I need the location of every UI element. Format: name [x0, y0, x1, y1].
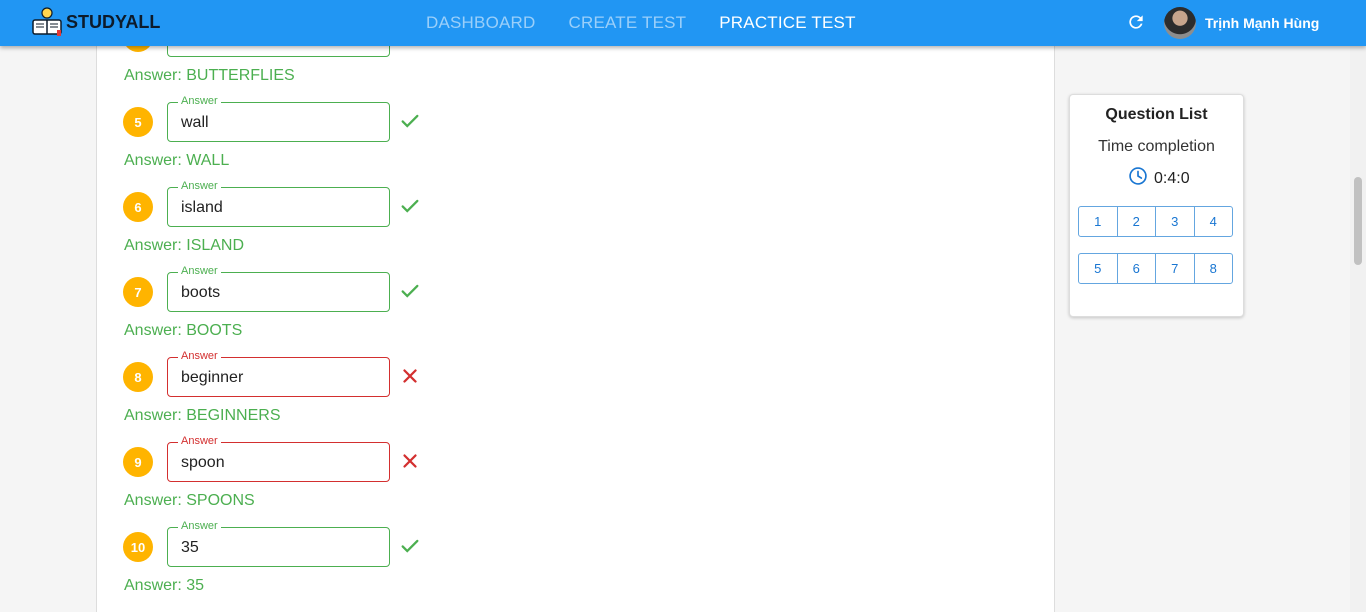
question-nav-row-1: 1 2 3 4 [1078, 206, 1233, 237]
answer-input-label: Answer [178, 180, 221, 192]
check-icon [401, 284, 419, 298]
question-nav-button[interactable]: 8 [1193, 253, 1233, 284]
correct-answer-text: Answer: ISLAND [124, 237, 245, 254]
time-completion-label: Time completion [1098, 138, 1215, 155]
answer-input-label: Answer [178, 265, 221, 277]
close-icon [403, 369, 417, 383]
question-number-badge: 10 [123, 532, 153, 562]
user-name[interactable]: Trịnh Mạnh Hùng [1205, 15, 1319, 31]
vertical-scrollbar[interactable] [1350, 46, 1366, 612]
question-list-card: Question List Time completion 0:4:0 1 2 … [1069, 94, 1244, 317]
question-nav-button[interactable]: 5 [1078, 253, 1118, 284]
answer-input[interactable]: Answer wall [167, 95, 390, 142]
correct-answer-text: Answer: BOOTS [124, 322, 243, 339]
top-navbar: STUDYALL DASHBOARD CREATE TEST PRACTICE … [0, 0, 1366, 46]
correct-answer-text: Answer: BUTTERFLIES [124, 67, 295, 84]
answer-input[interactable]: Answer beginner [167, 350, 390, 397]
answer-input-value: boots [181, 284, 221, 301]
question-number-badge: 9 [123, 447, 153, 477]
answer-input[interactable]: Answer spoon [167, 435, 390, 482]
books-lightbulb-icon [32, 7, 62, 36]
answer-input-label: Answer [178, 435, 221, 447]
question-nav-button[interactable]: 2 [1116, 206, 1156, 237]
brand-name: STUDYALL [66, 11, 161, 32]
answer-input-value: wall [181, 114, 209, 131]
correct-answer-text: Answer: SPOONS [124, 492, 255, 509]
answer-input[interactable]: Answer 35 [167, 520, 390, 567]
check-icon [401, 539, 419, 553]
answer-input-value: beginner [181, 369, 244, 386]
question-nav-button[interactable]: 4 [1193, 206, 1233, 237]
nav-links: DASHBOARD CREATE TEST PRACTICE TEST [426, 13, 856, 33]
clock-icon [1129, 167, 1147, 185]
question-number-badge: 6 [123, 192, 153, 222]
question-nav-button[interactable]: 6 [1116, 253, 1156, 284]
time-value: 0:4:0 [1154, 170, 1190, 187]
question-nav-row-2: 5 6 7 8 [1078, 253, 1233, 284]
answer-input-label: Answer [178, 520, 221, 532]
question-list-title: Question List [1105, 106, 1208, 123]
question-number-badge: 8 [123, 362, 153, 392]
nav-create-test[interactable]: CREATE TEST [569, 13, 687, 33]
correct-answer-text: Answer: WALL [124, 152, 230, 169]
nav-dashboard[interactable]: DASHBOARD [426, 13, 536, 33]
answer-input-label: Answer [178, 95, 221, 107]
answer-input[interactable]: Answer island [167, 180, 390, 227]
answer-input-value: spoon [181, 454, 225, 471]
check-icon [401, 199, 419, 213]
check-icon [401, 114, 419, 128]
answer-input-value: 35 [181, 539, 199, 556]
correct-answer-text: Answer: BEGINNERS [124, 407, 281, 424]
answer-input-value: island [181, 199, 223, 216]
user-avatar[interactable] [1164, 7, 1196, 39]
close-icon [403, 454, 417, 468]
brand-logo[interactable]: STUDYALL [31, 6, 160, 38]
correct-answer-text: Answer: 35 [124, 577, 205, 594]
question-nav-button[interactable]: 1 [1078, 206, 1118, 237]
answer-input-label: Answer [178, 350, 221, 362]
question-number-badge: 7 [123, 277, 153, 307]
nav-practice-test[interactable]: PRACTICE TEST [719, 13, 855, 33]
answer-input[interactable]: Answer boots [167, 265, 390, 312]
question-nav-button[interactable]: 3 [1155, 206, 1195, 237]
scrollbar-thumb[interactable] [1354, 177, 1362, 265]
refresh-icon[interactable] [1126, 12, 1146, 32]
question-nav-button[interactable]: 7 [1155, 253, 1195, 284]
question-number-badge: 5 [123, 107, 153, 137]
